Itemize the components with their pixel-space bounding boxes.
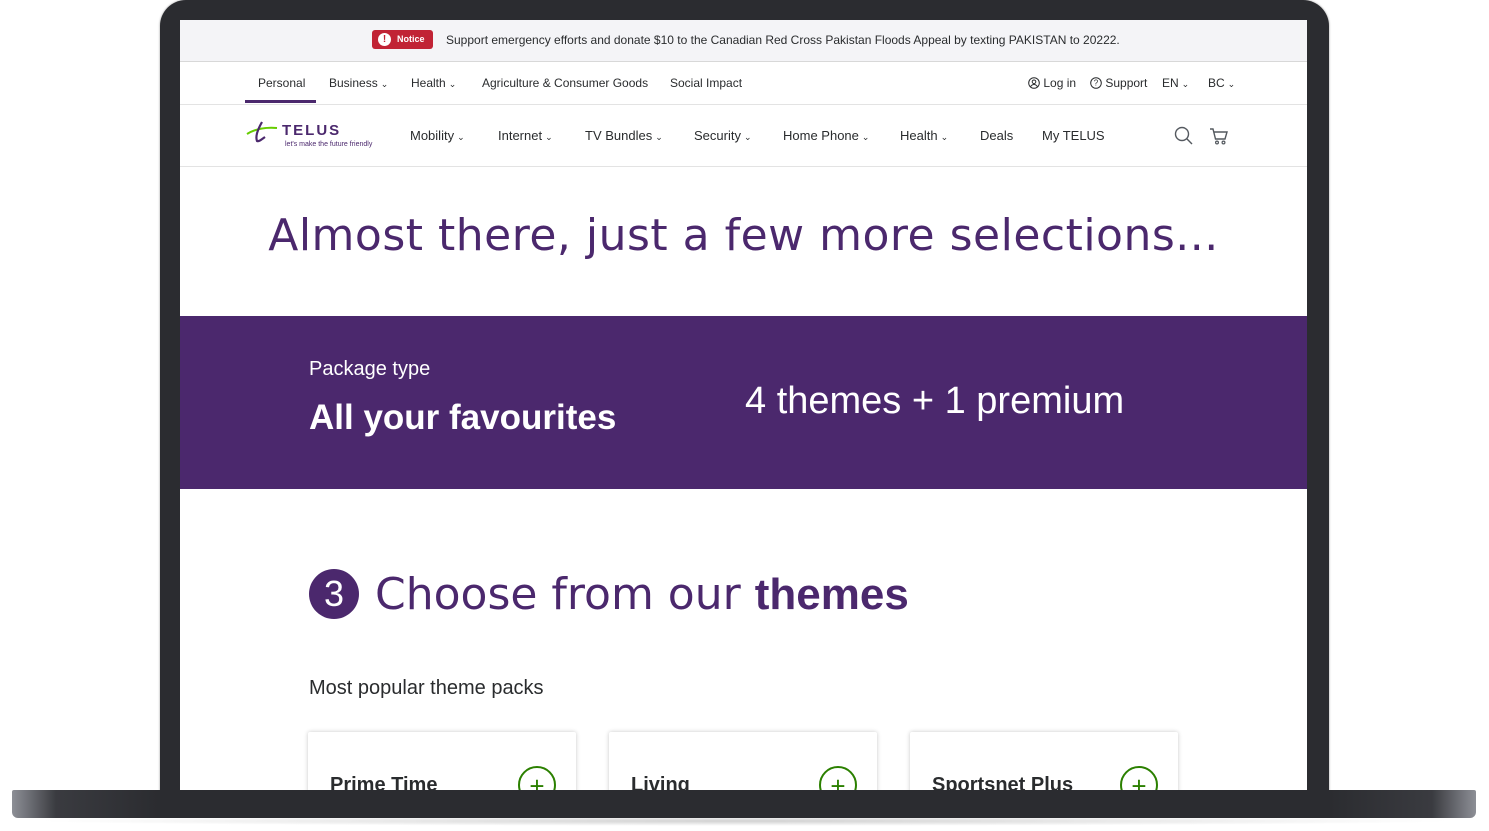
- package-theme-count: 4 themes + 1 premium: [745, 380, 1125, 422]
- nav-tv-bundles-label: TV Bundles: [585, 128, 653, 143]
- notice-bar: ! Notice Support emergency efforts and d…: [180, 20, 1307, 62]
- nav-home-phone[interactable]: Home Phone ⌄: [783, 128, 869, 143]
- language-value: EN: [1162, 76, 1179, 90]
- support-link[interactable]: ? Support: [1090, 76, 1147, 90]
- segment-personal[interactable]: Personal: [258, 76, 305, 90]
- logo-wordmark: TELUS: [282, 122, 342, 139]
- theme-card-name: Living: [631, 774, 690, 790]
- notice-badge-label: Notice: [397, 34, 425, 44]
- user-icon: [1028, 77, 1040, 89]
- telus-logo-mark: [246, 121, 278, 143]
- chevron-down-icon: ⌄: [861, 132, 870, 142]
- search-icon[interactable]: [1174, 126, 1194, 146]
- chevron-down-icon: ⌄: [457, 132, 465, 142]
- logo-tagline: let's make the future friendly: [285, 141, 373, 148]
- segment-social-impact[interactable]: Social Impact: [670, 76, 742, 90]
- chevron-down-icon: ⌄: [655, 132, 663, 142]
- help-icon: ?: [1090, 77, 1102, 89]
- chevron-down-icon: ⌄: [545, 132, 553, 142]
- theme-card[interactable]: Prime Time +: [308, 732, 576, 790]
- notice-text[interactable]: Support emergency efforts and donate $10…: [446, 33, 1120, 47]
- nav-deals[interactable]: Deals: [980, 128, 1013, 143]
- segment-agriculture[interactable]: Agriculture & Consumer Goods: [482, 76, 648, 90]
- page-title: Almost there, just a few more selections…: [268, 210, 1219, 261]
- nav-home-phone-label: Home Phone: [783, 128, 859, 143]
- region-value: BC: [1208, 76, 1225, 90]
- chevron-down-icon: ⌄: [1227, 79, 1236, 89]
- step-title-bold: themes: [754, 570, 909, 619]
- nav-internet[interactable]: Internet ⌄: [498, 128, 553, 143]
- telus-logo[interactable]: TELUS let's make the future friendly: [245, 120, 395, 156]
- theme-card-name: Prime Time: [330, 774, 438, 790]
- chevron-down-icon: ⌄: [380, 79, 389, 89]
- segment-health[interactable]: Health ⌄: [411, 76, 456, 90]
- segment-business-label: Business: [329, 76, 378, 90]
- nav-security-label: Security: [694, 128, 741, 143]
- step-title: Choose from our themes: [375, 569, 909, 620]
- step-number-badge: 3: [309, 569, 359, 619]
- login-label: Log in: [1043, 76, 1077, 90]
- svg-text:?: ?: [1094, 79, 1099, 88]
- chevron-down-icon: ⌄: [743, 132, 752, 142]
- theme-card-name: Sportsnet Plus: [932, 774, 1074, 790]
- nav-internet-label: Internet: [498, 128, 543, 143]
- package-banner: Package type All your favourites 4 theme…: [180, 316, 1307, 489]
- region-selector[interactable]: BC ⌄: [1208, 76, 1235, 90]
- nav-tv-bundles[interactable]: TV Bundles ⌄: [585, 128, 663, 143]
- segment-nav: Personal Business ⌄ Health ⌄ Agriculture &…: [180, 62, 1307, 105]
- notice-badge: ! Notice: [372, 30, 433, 49]
- alert-icon: !: [378, 33, 391, 46]
- laptop-base: [12, 790, 1476, 818]
- nav-health-label: Health: [900, 128, 938, 143]
- support-label: Support: [1105, 76, 1148, 90]
- theme-card[interactable]: Living +: [609, 732, 877, 790]
- main-nav: TELUS let's make the future friendly Mob…: [180, 104, 1307, 167]
- nav-mobility-label: Mobility: [410, 128, 455, 143]
- section-subtitle: Most popular theme packs: [309, 677, 544, 699]
- nav-security[interactable]: Security ⌄: [694, 128, 752, 143]
- step-title-prefix: Choose from our: [375, 569, 741, 620]
- cart-icon[interactable]: [1209, 126, 1229, 146]
- add-theme-button[interactable]: +: [1120, 766, 1158, 790]
- add-theme-button[interactable]: +: [518, 766, 556, 790]
- package-name: All your favourites: [309, 398, 617, 437]
- browser-screen: ! Notice Support emergency efforts and d…: [180, 20, 1307, 790]
- nav-my-telus[interactable]: My TELUS: [1042, 128, 1105, 143]
- chevron-down-icon: ⌄: [448, 79, 457, 89]
- nav-mobility[interactable]: Mobility ⌄: [410, 128, 465, 143]
- chevron-down-icon: ⌄: [1181, 79, 1190, 89]
- theme-card[interactable]: Sportsnet Plus +: [910, 732, 1178, 790]
- segment-business[interactable]: Business ⌄: [329, 76, 388, 90]
- login-link[interactable]: Log in: [1028, 76, 1076, 90]
- nav-health[interactable]: Health ⌄: [900, 128, 948, 143]
- active-tab-indicator: [245, 100, 316, 103]
- segment-health-label: Health: [411, 76, 446, 90]
- chevron-down-icon: ⌄: [940, 132, 949, 142]
- add-theme-button[interactable]: +: [819, 766, 857, 790]
- language-selector[interactable]: EN ⌄: [1162, 76, 1189, 90]
- package-type-label: Package type: [309, 358, 431, 380]
